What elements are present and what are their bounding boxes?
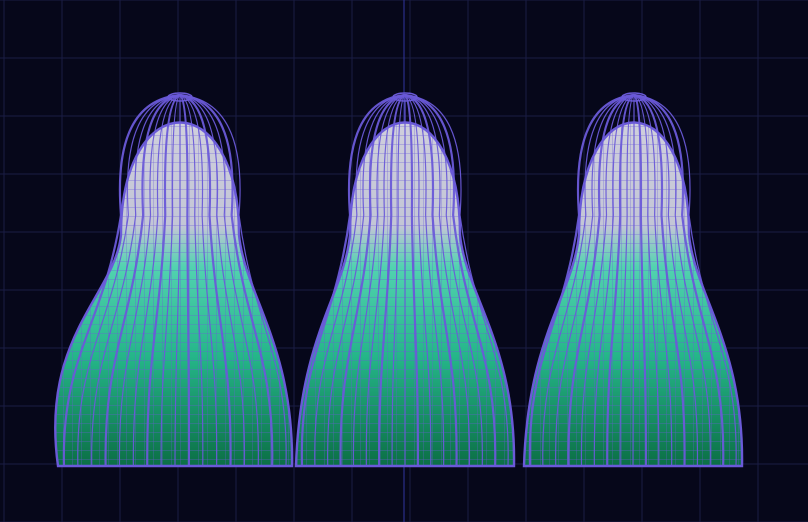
hair-model-back[interactable] [294,92,516,468]
3d-viewport[interactable] [0,0,808,522]
hair-model-side[interactable] [522,92,744,468]
viewport-canvas[interactable] [0,0,808,522]
model-group [54,92,744,468]
hair-model-front[interactable] [54,92,294,468]
